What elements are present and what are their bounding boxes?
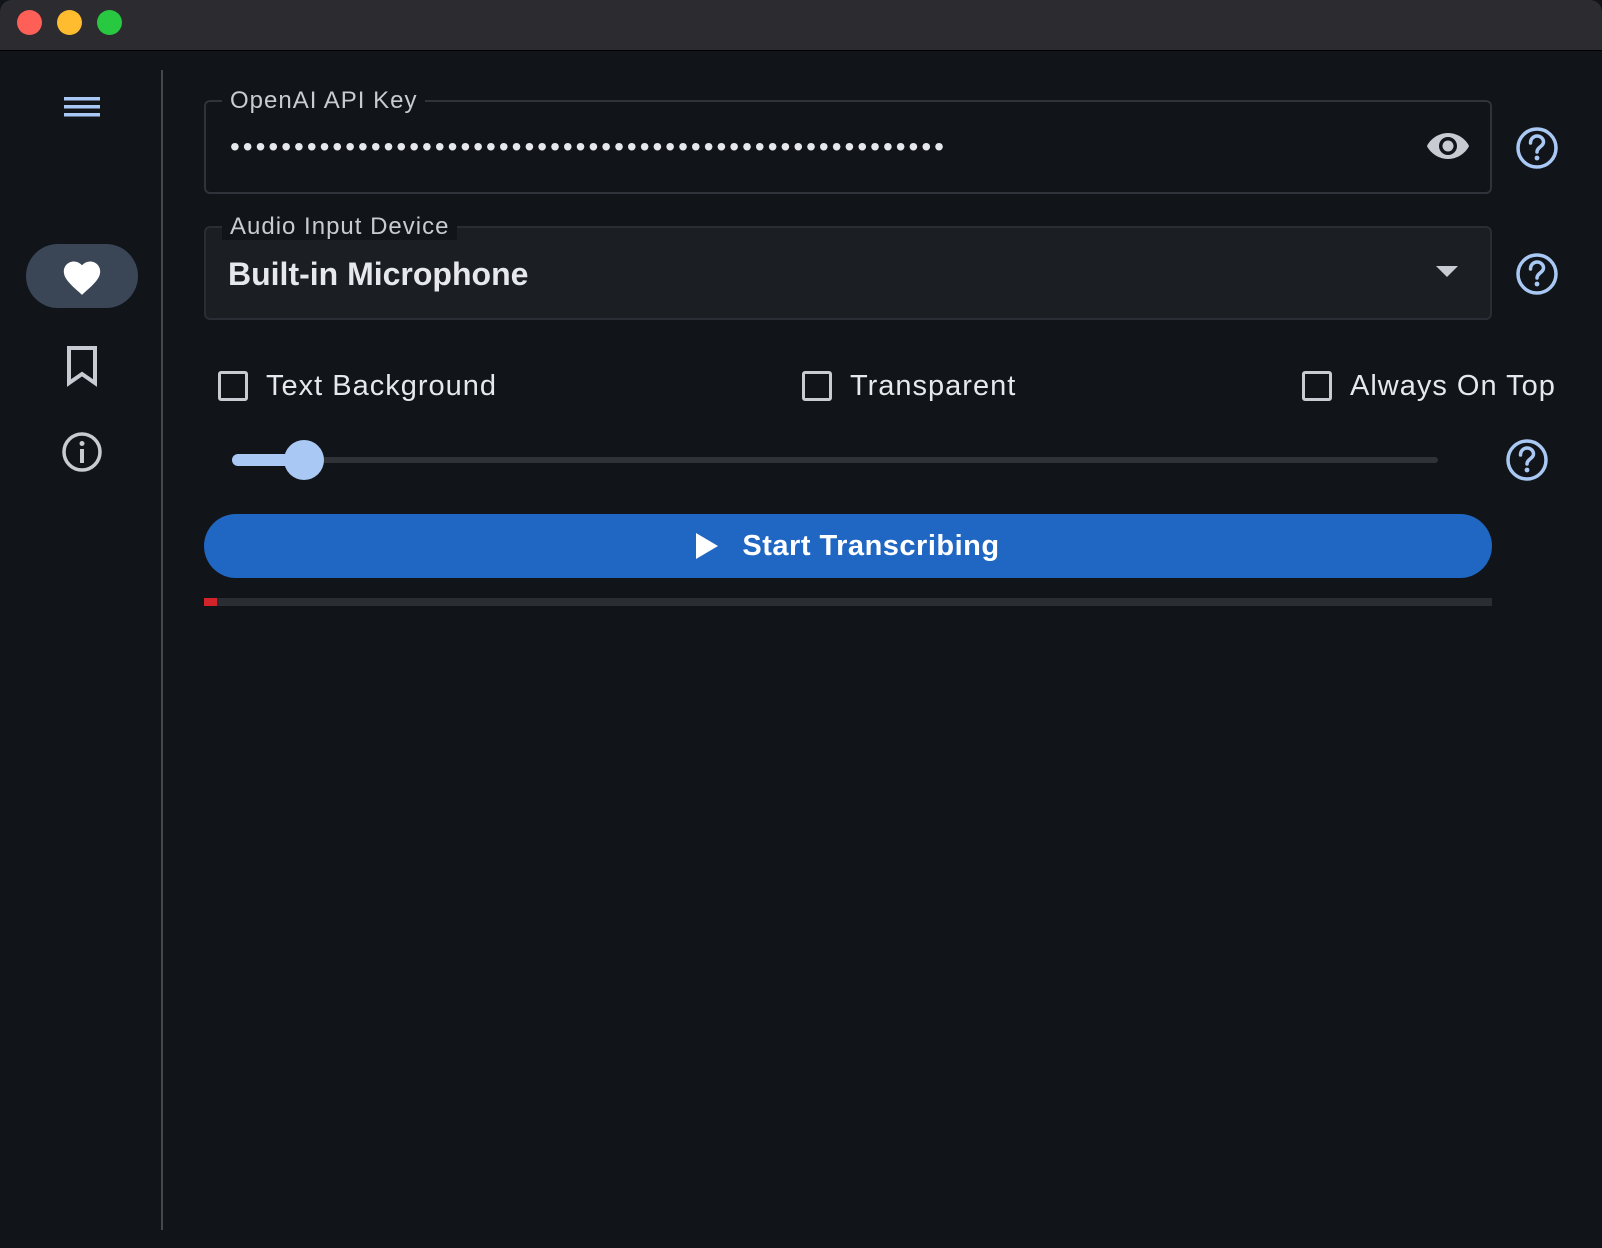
rail-divider: [161, 70, 163, 1230]
slider-help-button[interactable]: [1505, 438, 1549, 482]
close-window-button[interactable]: [17, 10, 42, 35]
navigation-rail: [0, 51, 162, 1231]
api-key-help-button[interactable]: [1515, 126, 1559, 170]
chevron-down-icon[interactable]: [1436, 266, 1458, 277]
minimize-window-button[interactable]: [57, 10, 82, 35]
rail-item-favorites[interactable]: [26, 244, 138, 308]
play-icon: [696, 533, 719, 559]
zoom-window-button[interactable]: [97, 10, 122, 35]
always-on-top-option[interactable]: Always On Top: [1302, 366, 1556, 406]
help-icon: [1506, 439, 1548, 481]
always-on-top-label: Always On Top: [1350, 369, 1556, 402]
api-key-field[interactable]: OpenAI API Key •••••••••••••••••••••••••…: [204, 88, 1492, 194]
slider-track[interactable]: [232, 457, 1438, 463]
api-key-label: OpenAI API Key: [222, 88, 426, 114]
start-transcribing-label: Start Transcribing: [742, 529, 1000, 562]
help-icon: [1516, 253, 1558, 295]
text-background-label: Text Background: [266, 369, 498, 402]
help-icon: [1516, 127, 1558, 169]
heart-icon: [63, 261, 101, 295]
bookmark-icon: [67, 346, 97, 387]
opacity-slider[interactable]: [232, 440, 1438, 480]
app-window: OpenAI API Key •••••••••••••••••••••••••…: [0, 0, 1602, 1248]
slider-thumb[interactable]: [284, 440, 325, 480]
always-on-top-checkbox[interactable]: [1302, 371, 1332, 401]
audio-device-value: Built-in Microphone: [228, 256, 529, 292]
audio-level-bar: [204, 598, 1492, 606]
toggle-visibility-button[interactable]: [1424, 126, 1472, 166]
start-transcribing-button[interactable]: Start Transcribing: [204, 514, 1492, 578]
text-background-option[interactable]: Text Background: [218, 366, 497, 406]
rail-item-bookmarks[interactable]: [52, 336, 112, 396]
audio-device-label: Audio Input Device: [222, 214, 458, 240]
transparent-checkbox[interactable]: [802, 371, 832, 401]
audio-device-select[interactable]: Audio Input Device Built-in Microphone: [204, 214, 1492, 320]
audio-level-fill: [204, 598, 217, 606]
menu-icon: [64, 97, 100, 117]
transparent-option[interactable]: Transparent: [802, 366, 1016, 406]
menu-button[interactable]: [52, 84, 112, 134]
eye-icon: [1427, 133, 1469, 159]
text-background-checkbox[interactable]: [218, 371, 248, 401]
api-key-input[interactable]: ••••••••••••••••••••••••••••••••••••••••…: [230, 132, 947, 162]
info-icon: [62, 432, 102, 472]
title-bar: [0, 0, 1602, 51]
rail-item-info[interactable]: [52, 422, 112, 482]
audio-device-help-button[interactable]: [1515, 252, 1559, 296]
transparent-label: Transparent: [850, 369, 1017, 402]
